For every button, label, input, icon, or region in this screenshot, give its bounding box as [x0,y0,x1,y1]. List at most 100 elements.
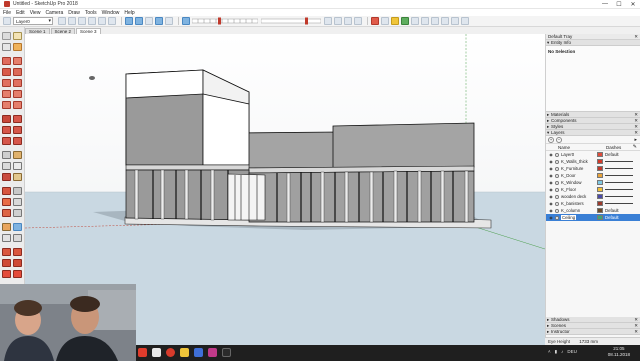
app-taskbar-icon[interactable] [152,348,161,357]
shadows-toggle-icon[interactable] [182,17,190,25]
layer-dashes[interactable] [605,168,635,169]
volume-icon[interactable]: ♪ [561,349,563,355]
eye-icon[interactable]: ◉ [548,173,554,178]
intersect-icon[interactable] [421,17,429,25]
layer-row[interactable]: ◉ K_banisters [546,200,640,207]
eye-icon[interactable]: ◉ [548,152,554,157]
active-layer-radio[interactable] [555,215,559,220]
layer-dashes[interactable] [605,196,635,197]
panel-layers[interactable]: Layers ✕ [546,130,640,136]
arc-tool-icon[interactable] [2,90,11,98]
layer-dashes[interactable]: Default [605,208,635,213]
circle-tool-icon[interactable] [2,79,11,87]
terminal-taskbar-icon[interactable] [222,348,231,357]
active-layer-radio[interactable] [555,187,559,192]
menu-file[interactable]: File [3,10,11,16]
sandbox-icon[interactable] [391,17,399,25]
front-view-icon[interactable] [78,17,86,25]
layer-color-swatch[interactable] [597,187,603,192]
panel-entity-info[interactable]: Entity Info [546,40,640,46]
layer-dashes[interactable]: Default [605,152,635,157]
stamp-icon[interactable] [13,259,22,267]
record-taskbar-icon[interactable] [166,348,175,357]
layer-row[interactable]: ◉ K_column Default [546,207,640,214]
drape-icon[interactable] [2,270,11,278]
pan-tool-icon[interactable] [13,187,22,195]
pie-tool-icon[interactable] [13,101,22,109]
solid-tools-icon[interactable] [401,17,409,25]
follow-me-tool-icon[interactable] [13,126,22,134]
layer-color-swatch[interactable] [597,215,603,220]
layer-dashes[interactable] [605,175,635,176]
eye-icon[interactable]: ◉ [548,180,554,185]
layer-row[interactable]: ◉ K_Walls_thick [546,158,640,165]
eye-icon[interactable]: ◉ [548,201,554,206]
media-taskbar-icon[interactable] [208,348,217,357]
textured-style-icon[interactable] [165,17,173,25]
folder-taskbar-icon[interactable] [180,348,189,357]
back-view-icon[interactable] [98,17,106,25]
axes-tool-icon[interactable] [2,173,11,181]
sandbox-from-contours-icon[interactable] [2,248,11,256]
layer-select[interactable]: Layer0 ▾ [13,17,53,25]
layer-color-swatch[interactable] [597,180,603,185]
section-plane-tool-icon[interactable] [13,234,22,242]
tape-measure-icon[interactable] [2,151,11,159]
text-tool-icon[interactable] [13,162,22,170]
close-icon[interactable]: ✕ [634,130,638,136]
push-pull-tool-icon[interactable] [13,115,22,123]
line-tool-icon[interactable] [2,57,11,65]
menu-help[interactable]: Help [124,10,134,16]
split-icon[interactable] [461,17,469,25]
layer-dashes[interactable] [605,161,635,162]
layer-color-swatch[interactable] [597,194,603,199]
outer-shell-icon[interactable] [411,17,419,25]
iso-view-icon[interactable] [58,17,66,25]
sketchup-taskbar-icon[interactable] [138,348,147,357]
three-point-arc-icon[interactable] [2,101,11,109]
section-plane-icon[interactable] [334,17,342,25]
rectangle-tool-icon[interactable] [2,68,11,76]
pencil-icon[interactable]: ✎ [633,144,637,150]
measurements-box[interactable]: Eye Height 1733 mm [545,337,640,345]
layer-dashes[interactable] [605,189,635,190]
layer-manager-icon[interactable] [3,17,11,25]
subtract-icon[interactable] [441,17,449,25]
shadow-date-slider[interactable] [261,17,321,25]
chevron-up-icon[interactable]: ˄ [548,349,551,355]
active-layer-radio[interactable] [555,152,559,157]
layer-row[interactable]: ◉ wooden deck [546,193,640,200]
active-layer-radio[interactable] [555,201,559,206]
warehouse-icon[interactable] [371,17,379,25]
layer-dashes[interactable] [605,182,635,183]
layer-color-swatch[interactable] [597,201,603,206]
look-around-icon[interactable] [2,234,11,242]
smoove-icon[interactable] [2,259,11,267]
layer-row[interactable]: ◉ K_Window [546,179,640,186]
move-tool-icon[interactable] [2,115,11,123]
layer-row[interactable]: ◉ Ceiling Default [546,214,640,221]
sandbox-from-scratch-icon[interactable] [13,248,22,256]
layer-details-icon[interactable]: ▸ [634,137,637,143]
xray-style-icon[interactable] [125,17,133,25]
wireframe-style-icon[interactable] [135,17,143,25]
active-layer-radio[interactable] [555,194,559,199]
menu-edit[interactable]: Edit [16,10,25,16]
layer-color-swatch[interactable] [597,173,603,178]
zoom-extents-icon[interactable] [2,209,11,217]
active-layer-radio[interactable] [555,166,559,171]
two-point-arc-icon[interactable] [13,90,22,98]
eye-icon[interactable]: ◉ [548,187,554,192]
position-camera-icon[interactable] [2,223,11,231]
layer-row[interactable]: ◉ K_Furniture [546,165,640,172]
network-icon[interactable]: ▮ [555,349,557,355]
zoom-tool-icon[interactable] [2,198,11,206]
freehand-tool-icon[interactable] [13,57,22,65]
orbit-tool-icon[interactable] [2,187,11,195]
rotated-rectangle-icon[interactable] [13,68,22,76]
eye-icon[interactable]: ◉ [548,166,554,171]
walk-tool-icon[interactable] [13,223,22,231]
layer-row[interactable]: ◉ Layer0 Default [546,151,640,158]
layer-color-swatch[interactable] [597,159,603,164]
active-layer-radio[interactable] [555,180,559,185]
